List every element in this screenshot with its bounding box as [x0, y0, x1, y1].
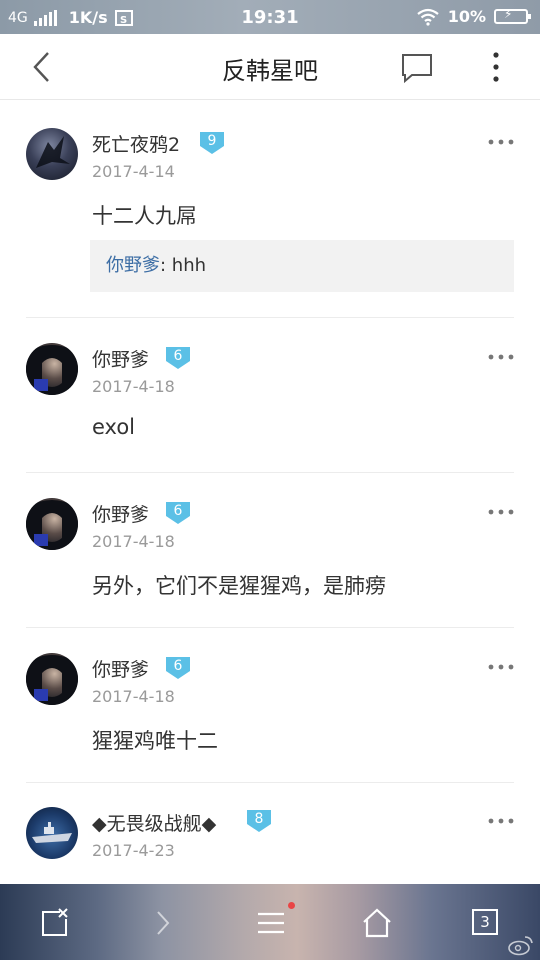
- post-item: ◆无畏级战舰◆ 8 2017-4-23: [0, 783, 540, 884]
- level-badge: 6: [163, 345, 193, 371]
- reply-author[interactable]: 你野爹: [106, 255, 160, 276]
- post-content: exol: [92, 415, 136, 439]
- bottom-toolbar: 3: [0, 884, 540, 960]
- level-number: 6: [173, 658, 183, 674]
- tabs-count-button[interactable]: 3: [472, 909, 498, 935]
- home-icon[interactable]: [360, 906, 394, 940]
- avatar-battleship-image: [32, 822, 72, 843]
- post-item: 你野爹 6 2017-4-18 猩猩鸡唯十二: [0, 628, 540, 783]
- avatar[interactable]: [26, 807, 78, 859]
- post-content: 另外，它们不是猩猩鸡，是肺痨: [92, 574, 386, 598]
- avatar[interactable]: [26, 343, 78, 395]
- more-vertical-icon[interactable]: [486, 50, 506, 84]
- status-right: 10% ⚡: [416, 7, 531, 26]
- battery-percent: 10%: [447, 7, 486, 26]
- page-title: 反韩星吧: [222, 57, 318, 85]
- post-date: 2017-4-18: [92, 377, 175, 396]
- post-content: 猩猩鸡唯十二: [92, 729, 218, 753]
- reply-box[interactable]: 你野爹: hhh: [90, 240, 514, 292]
- post-date: 2017-4-18: [92, 532, 175, 551]
- notification-dot: [288, 902, 295, 909]
- avatar-hood-image: [26, 500, 78, 550]
- avatar[interactable]: [26, 653, 78, 705]
- comment-icon[interactable]: [400, 52, 434, 84]
- more-horizontal-icon[interactable]: [488, 508, 514, 516]
- forward-icon[interactable]: [146, 906, 180, 940]
- level-badge: 9: [197, 130, 227, 156]
- wifi-icon: [417, 8, 439, 26]
- more-horizontal-icon[interactable]: [488, 663, 514, 671]
- avatar-hood-image: [26, 655, 78, 705]
- level-number: 9: [207, 133, 217, 149]
- more-horizontal-icon[interactable]: [488, 353, 514, 361]
- avatar-hood-image: [26, 345, 78, 395]
- more-horizontal-icon[interactable]: [488, 817, 514, 825]
- level-number: 8: [254, 811, 264, 827]
- level-badge: 6: [163, 500, 193, 526]
- battery-icon: ⚡: [494, 7, 531, 24]
- post-date: 2017-4-23: [92, 841, 175, 860]
- more-horizontal-icon[interactable]: [488, 138, 514, 146]
- level-badge: 8: [244, 808, 274, 834]
- avatar[interactable]: [26, 498, 78, 550]
- nav-bar: 反韩星吧: [0, 34, 540, 100]
- level-number: 6: [173, 348, 183, 364]
- post-item: 死亡夜鸦2 9 2017-4-14 十二人九屌 你野爹: hhh: [0, 100, 540, 318]
- post-date: 2017-4-14: [92, 162, 175, 181]
- post-item: 你野爹 6 2017-4-18 exol: [0, 318, 540, 473]
- level-number: 6: [173, 503, 183, 519]
- username[interactable]: 你野爹: [92, 500, 149, 527]
- post-content: 十二人九屌: [92, 204, 197, 228]
- close-page-icon[interactable]: [38, 906, 72, 940]
- post-item: 你野爹 6 2017-4-18 另外，它们不是猩猩鸡，是肺痨: [0, 473, 540, 628]
- weibo-watermark-icon: [508, 936, 533, 956]
- avatar-crow-image: [36, 136, 70, 168]
- username[interactable]: 死亡夜鸦2: [92, 130, 180, 157]
- status-bar: 4G 1K/s S 19:31 10% ⚡: [0, 0, 540, 34]
- level-badge: 6: [163, 655, 193, 681]
- menu-icon[interactable]: [254, 906, 288, 940]
- reply-text: hhh: [166, 255, 207, 276]
- username[interactable]: 你野爹: [92, 345, 149, 372]
- post-date: 2017-4-18: [92, 687, 175, 706]
- username[interactable]: 你野爹: [92, 655, 149, 682]
- username[interactable]: ◆无畏级战舰◆: [92, 809, 216, 836]
- avatar[interactable]: [26, 128, 78, 180]
